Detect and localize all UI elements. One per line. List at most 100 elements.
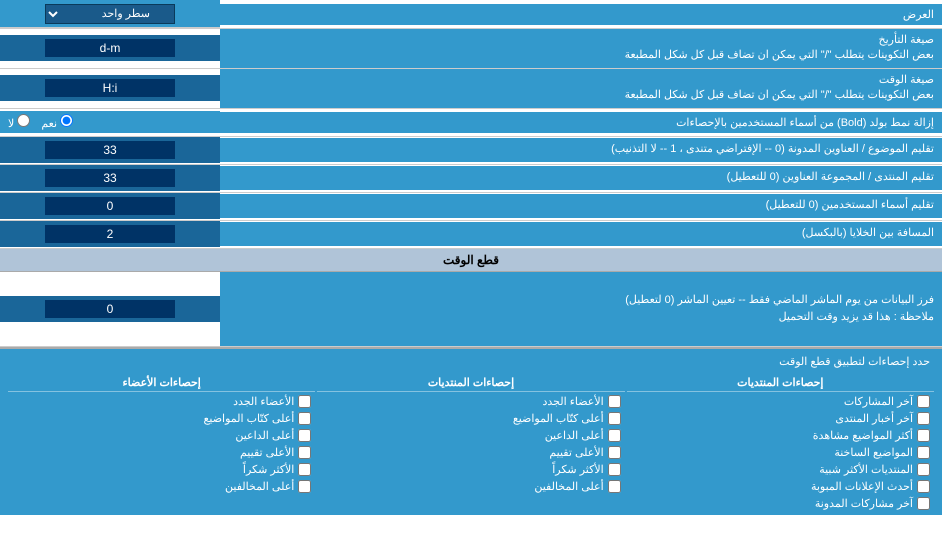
col1: إحصاءات المنتديات آخر المشاركات آخر أخبا… [627,374,934,511]
bold-no-radio[interactable] [17,114,30,127]
cutoff-section-header: قطع الوقت [0,249,942,272]
display-select[interactable]: سطر واحد سطران ثلاثة أسطر [45,4,175,24]
col1-check-4[interactable] [917,463,930,476]
col1-label-4: المنتديات الأكثر شبية [819,463,913,476]
forum-input-area: 33 [0,165,220,191]
col2-check-4[interactable] [608,463,621,476]
col3-check-5[interactable] [298,480,311,493]
subjects-input-area: 33 [0,137,220,163]
forum-label: تقليم المنتدى / المجموعة العناوين (0 للت… [220,166,942,189]
spacing-input-area: 2 [0,221,220,247]
col2-item-2: أعلى الداعين [317,428,624,443]
cutoff-input[interactable]: 0 [45,300,175,318]
time-format-input[interactable]: H:i [45,79,175,97]
col1-label-6: آخر مشاركات المدونة [815,497,913,510]
col1-check-3[interactable] [917,446,930,459]
spacing-label: المسافة بين الخلايا (بالبكسل) [220,222,942,245]
col2-check-2[interactable] [608,429,621,442]
col3-check-0[interactable] [298,395,311,408]
col1-check-6[interactable] [917,497,930,510]
bold-label: إزالة نمط بولد (Bold) من أسماء المستخدمي… [220,112,942,133]
cutoff-label: فرز البيانات من يوم الماشر الماضي فقط --… [220,272,942,346]
col2-check-3[interactable] [608,446,621,459]
col1-check-1[interactable] [917,412,930,425]
col1-item-3: المواضيع الساخنة [627,445,934,460]
col3-check-1[interactable] [298,412,311,425]
col2-label-2: أعلى الداعين [545,429,604,442]
col2-label-4: الأكثر شكراً [552,463,603,476]
col2-header: إحصاءات المنتديات [317,374,624,392]
col3-item-5: أعلى المخالفين [8,479,315,494]
col1-header: إحصاءات المنتديات [627,374,934,392]
col1-label-2: أكثر المواضيع مشاهدة [813,429,913,442]
col3-item-2: أعلى الداعين [8,428,315,443]
col1-item-5: أحدث الإعلانات المبوبة [627,479,934,494]
title-row: العرض سطر واحد سطران ثلاثة أسطر [0,0,942,29]
col3-item-0: الأعضاء الجدد [8,394,315,409]
col3-label-5: أعلى المخالفين [225,480,294,493]
date-format-row: صيغة التأريخ بعض التكوينات يتطلب "/" الت… [0,29,942,69]
cutoff-row: فرز البيانات من يوم الماشر الماضي فقط --… [0,272,942,347]
time-format-row: صيغة الوقت بعض التكوينات يتطلب "/" التي … [0,69,942,109]
col1-label-0: آخر المشاركات [844,395,913,408]
usernames-input-area: 0 [0,193,220,219]
bold-yes-radio[interactable] [60,114,73,127]
col2-check-1[interactable] [608,412,621,425]
col1-item-6: آخر مشاركات المدونة [627,496,934,511]
time-format-label: صيغة الوقت بعض التكوينات يتطلب "/" التي … [220,69,942,108]
col3: إحصاءات الأعضاء الأعضاء الجدد أعلى كتّاب… [8,374,315,511]
col1-label-5: أحدث الإعلانات المبوبة [811,480,913,493]
col3-item-3: الأعلى تقييم [8,445,315,460]
col3-check-3[interactable] [298,446,311,459]
stats-limit-label: حدد إحصاءات لتطبيق قطع الوقت [8,353,934,370]
col1-item-4: المنتديات الأكثر شبية [627,462,934,477]
bold-radio-area: نعم لا [0,111,220,133]
spacing-input[interactable]: 2 [45,225,175,243]
subjects-input[interactable]: 33 [45,141,175,159]
usernames-input[interactable]: 0 [45,197,175,215]
col1-check-5[interactable] [917,480,930,493]
dropdown-area[interactable]: سطر واحد سطران ثلاثة أسطر [0,0,220,28]
col3-label-1: أعلى كتّاب المواضيع [204,412,295,425]
col1-check-2[interactable] [917,429,930,442]
date-format-input[interactable]: d-m [45,39,175,57]
col2-item-5: أعلى المخالفين [317,479,624,494]
bold-yes-label: نعم [41,114,76,130]
col3-check-2[interactable] [298,429,311,442]
usernames-row: تقليم أسماء المستخدمين (0 للتعطيل) 0 [0,193,942,221]
col2-item-0: الأعضاء الجدد [317,394,624,409]
col3-label-4: الأكثر شكراً [243,463,294,476]
col2-item-4: الأكثر شكراً [317,462,624,477]
col2-check-0[interactable] [608,395,621,408]
main-container: العرض سطر واحد سطران ثلاثة أسطر صيغة الت… [0,0,942,515]
col3-item-4: الأكثر شكراً [8,462,315,477]
col3-check-4[interactable] [298,463,311,476]
forum-row: تقليم المنتدى / المجموعة العناوين (0 للت… [0,165,942,193]
col1-check-0[interactable] [917,395,930,408]
col2-item-3: الأعلى تقييم [317,445,624,460]
col2-label-5: أعلى المخالفين [534,480,603,493]
forum-input[interactable]: 33 [45,169,175,187]
col1-label-1: آخر أخبار المنتدى [835,412,913,425]
col3-item-1: أعلى كتّاب المواضيع [8,411,315,426]
stats-section: حدد إحصاءات لتطبيق قطع الوقت إحصاءات الم… [0,347,942,515]
col2: إحصاءات المنتديات الأعضاء الجدد أعلى كتّ… [317,374,624,511]
title-label: العرض [220,4,942,25]
col1-item-1: آخر أخبار المنتدى [627,411,934,426]
subjects-row: تقليم الموضوع / العناوين المدونة (0 -- ا… [0,137,942,165]
time-format-input-area: H:i [0,75,220,101]
bold-row: إزالة نمط بولد (Bold) من أسماء المستخدمي… [0,109,942,137]
col2-check-5[interactable] [608,480,621,493]
bold-no-label: لا [8,114,33,130]
date-format-label: صيغة التأريخ بعض التكوينات يتطلب "/" الت… [220,29,942,68]
col2-label-0: الأعضاء الجدد [542,395,603,408]
col3-label-2: أعلى الداعين [235,429,294,442]
col1-label-3: المواضيع الساخنة [834,446,913,459]
stats-grid: إحصاءات المنتديات آخر المشاركات آخر أخبا… [8,374,934,511]
col2-label-3: الأعلى تقييم [549,446,603,459]
col1-item-2: أكثر المواضيع مشاهدة [627,428,934,443]
col3-label-3: الأعلى تقييم [240,446,294,459]
subjects-label: تقليم الموضوع / العناوين المدونة (0 -- ا… [220,138,942,161]
cutoff-input-area: 0 [0,296,220,322]
spacing-row: المسافة بين الخلايا (بالبكسل) 2 [0,221,942,249]
